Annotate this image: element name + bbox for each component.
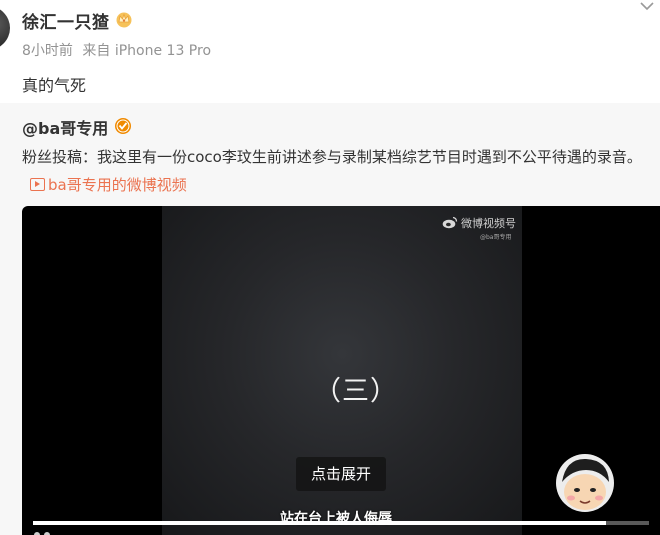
video-link-icon <box>30 178 45 191</box>
original-text-body: 粉丝投稿：我这里有一份coco李玟生前讲述参与录制某档综艺节目时遇到不公平待遇的… <box>22 148 642 166</box>
progress-bar[interactable] <box>33 521 649 525</box>
crown-badge-icon <box>116 12 132 28</box>
original-text: 粉丝投稿：我这里有一份coco李玟生前讲述参与录制某档综艺节目时遇到不公平待遇的… <box>22 143 658 199</box>
episode-label: （三） <box>314 376 398 407</box>
progress-fill <box>33 521 606 525</box>
cartoon-face-icon <box>556 454 614 512</box>
video-player[interactable]: 微博视频号 @ba哥专用 （三） 点击展开 站在台上被人侮辱 <box>22 206 660 535</box>
avatar[interactable] <box>0 6 10 50</box>
original-author[interactable]: @ba哥专用 <box>22 115 108 139</box>
post-meta: 8小时前 来自 iPhone 13 Pro <box>22 40 216 60</box>
floating-avatar[interactable] <box>556 454 614 512</box>
post-source: 来自 iPhone 13 Pro <box>82 43 212 59</box>
video-link[interactable]: ba哥专用的微博视频 <box>22 176 187 194</box>
video-subtitle: 站在台上被人侮辱 <box>280 511 392 527</box>
chevron-down-icon[interactable] <box>638 0 656 14</box>
watermark-text: 微博视频号 <box>461 217 516 230</box>
weibo-post: 徐汇一只猹 8小时前 来自 iPhone 13 Pro 真的气死 @ba哥专用 … <box>0 0 660 535</box>
verified-badge-icon <box>115 118 131 134</box>
post-author-name[interactable]: 徐汇一只猹 <box>22 8 110 33</box>
repost-card[interactable]: @ba哥专用 粉丝投稿：我这里有一份coco李玟生前讲述参与录制某档综艺节目时遇… <box>0 103 660 535</box>
weibo-logo-icon <box>442 216 458 229</box>
watermark-handle: @ba哥专用 <box>480 234 512 241</box>
expand-button[interactable]: 点击展开 <box>296 457 386 491</box>
video-link-label[interactable]: ba哥专用的微博视频 <box>48 176 187 194</box>
post-text: 真的气死 <box>22 76 87 95</box>
post-time[interactable]: 8小时前 <box>22 43 73 59</box>
